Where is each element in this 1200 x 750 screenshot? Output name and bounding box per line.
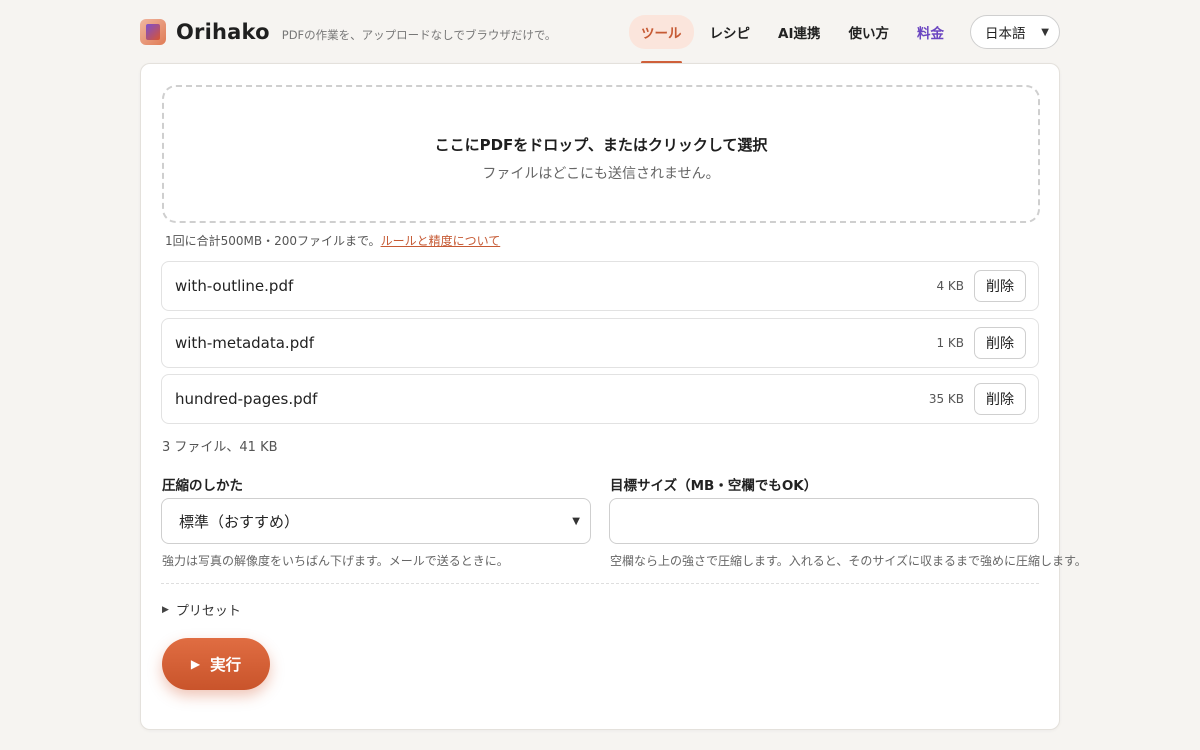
nav-recipes[interactable]: レシピ [698, 15, 763, 49]
header: Orihako PDFの作業を、アップロードなしでブラウザだけで。 ツール レシ… [140, 10, 1060, 64]
tool-card: ここにPDFをドロップ、またはクリックして選択 ファイルはどこにも送信されません… [140, 63, 1087, 730]
file-summary: 3 ファイル、41 KB [162, 440, 278, 455]
nav-tools[interactable]: ツール [629, 15, 694, 64]
file-name: hundred-pages.pdf [175, 390, 318, 408]
pdf-dropzone[interactable]: ここにPDFをドロップ、またはクリックして選択 ファイルはどこにも送信されません… [162, 85, 1040, 223]
compression-hint: 強力は写真の解像度をいちばん下げます。メールで送るときに。 [162, 554, 509, 568]
file-name: with-outline.pdf [175, 277, 294, 295]
limit-note: 1回に合計500MB・200ファイルまで。ルールと精度について [165, 232, 500, 249]
file-size: 1 KB [936, 336, 964, 350]
tagline: PDFの作業を、アップロードなしでブラウザだけで。 [281, 28, 557, 42]
file-row: with-outline.pdf 4 KB 削除 [161, 261, 1039, 311]
nav-ai[interactable]: AI連携 [766, 15, 832, 49]
divider [161, 583, 1039, 584]
delete-button[interactable]: 削除 [974, 270, 1026, 302]
app-logo-icon[interactable] [140, 19, 166, 45]
dropzone-subtitle: ファイルはどこにも送信されません。 [482, 165, 720, 182]
chevron-down-icon: ▼ [572, 515, 580, 527]
main-nav: ツール レシピ AI連携 使い方 料金 日本語 ▼ [629, 15, 1060, 64]
run-label: 実行 [210, 656, 242, 674]
nav-howto[interactable]: 使い方 [837, 15, 902, 49]
file-size: 4 KB [936, 279, 964, 293]
file-size: 35 KB [928, 392, 964, 406]
target-size-input[interactable] [609, 498, 1039, 544]
target-size-label: 目標サイズ（MB・空欄でもOK） [610, 478, 818, 494]
nav-pricing[interactable]: 料金 [905, 15, 956, 49]
compression-value: 標準（おすすめ） [179, 512, 300, 531]
file-row: with-metadata.pdf 1 KB 削除 [161, 318, 1039, 368]
delete-button[interactable]: 削除 [974, 327, 1026, 359]
brand-name[interactable]: Orihako [176, 20, 270, 44]
limit-text: 1回に合計500MB・200ファイルまで。 [165, 234, 381, 248]
chevron-down-icon: ▼ [1041, 26, 1049, 38]
dropzone-title: ここにPDFをドロップ、またはクリックして選択 [434, 135, 768, 154]
rules-link[interactable]: ルールと精度について [381, 234, 501, 248]
language-select[interactable]: 日本語 ▼ [970, 15, 1060, 49]
file-name: with-metadata.pdf [175, 334, 315, 352]
page: Orihako PDFの作業を、アップロードなしでブラウザだけで。 ツール レシ… [0, 0, 1200, 750]
language-value: 日本語 [985, 26, 1026, 42]
delete-button[interactable]: 削除 [974, 383, 1026, 415]
target-size-hint: 空欄なら上の強さで圧縮します。入れると、そのサイズに収まるまで強めに圧縮します。 [610, 554, 1087, 568]
compression-select[interactable]: 標準（おすすめ） ▼ [161, 498, 591, 544]
run-button[interactable]: ▶ 実行 [162, 638, 270, 690]
preset-label: プリセット [175, 604, 241, 619]
preset-toggle[interactable]: ▶ プリセット [162, 600, 241, 619]
triangle-right-icon: ▶ [162, 604, 169, 615]
play-icon: ▶ [190, 657, 201, 671]
compression-label: 圧縮のしかた [162, 478, 243, 494]
file-row: hundred-pages.pdf 35 KB 削除 [161, 374, 1039, 424]
